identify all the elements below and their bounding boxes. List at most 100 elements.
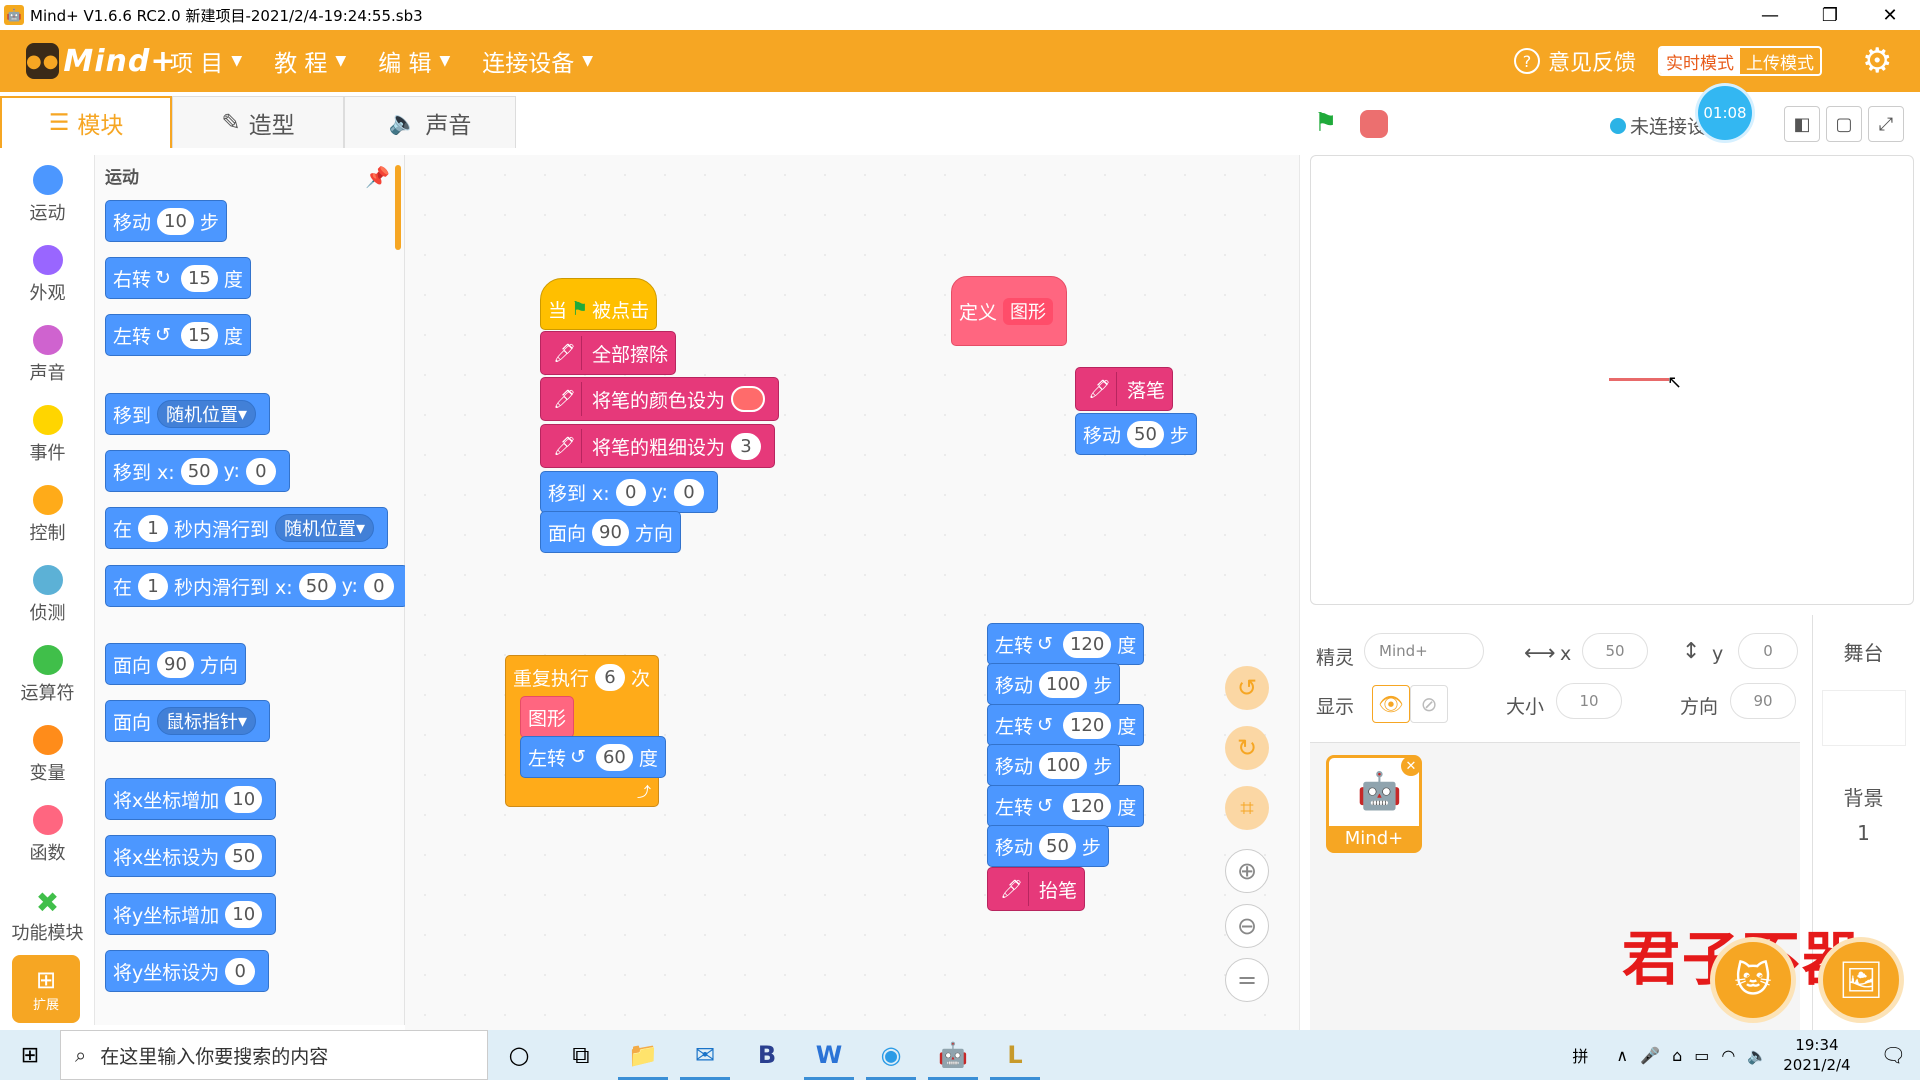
- restore-button[interactable]: ❐: [1800, 0, 1860, 30]
- eye-icon[interactable]: 👁: [1372, 685, 1410, 723]
- battery-icon[interactable]: ▭: [1694, 1046, 1709, 1065]
- block-pen-down[interactable]: 🖊 落笔: [1075, 367, 1174, 411]
- block-point-direction[interactable]: 面向 90 方向: [540, 511, 681, 553]
- category-function-module[interactable]: ✖ 功能模块: [0, 875, 95, 955]
- block-turn-left[interactable]: 左转 ↺ 120 度: [987, 785, 1145, 827]
- green-flag-icon[interactable]: ⚑: [1314, 108, 1337, 138]
- extension-button[interactable]: ⊞ 扩展: [12, 955, 80, 1023]
- value-input[interactable]: 0: [225, 957, 256, 985]
- chevron-up-icon[interactable]: ∧: [1616, 1046, 1628, 1065]
- eye-off-icon[interactable]: ⊘: [1410, 685, 1448, 723]
- block-move-steps[interactable]: 移动 100 步: [987, 663, 1121, 705]
- volume-icon[interactable]: 🔈: [1747, 1046, 1767, 1065]
- block-set-x[interactable]: 将x坐标设为 50: [105, 835, 277, 877]
- sprite-card[interactable]: 🤖 ✕ Mind+: [1326, 755, 1422, 853]
- add-sprite-button[interactable]: 🐱: [1710, 937, 1796, 1023]
- y-input[interactable]: 0: [673, 478, 704, 506]
- steps-input[interactable]: 50: [1127, 420, 1164, 448]
- block-glide[interactable]: 在 1 秒内滑行到 随机位置 ▾: [105, 507, 389, 549]
- block-when-flag-clicked[interactable]: 当 ⚑ 被点击: [540, 278, 658, 330]
- category-sensing[interactable]: 侦测: [0, 555, 95, 635]
- direction-input[interactable]: 90: [592, 518, 629, 546]
- menu-edit[interactable]: 编 辑 ▼: [378, 44, 450, 78]
- feedback-button[interactable]: ? 意见反馈: [1513, 45, 1636, 77]
- category-motion[interactable]: 运动: [0, 155, 95, 235]
- notification-icon[interactable]: 🗨: [1881, 1043, 1906, 1067]
- degrees-input[interactable]: 120: [1062, 630, 1112, 658]
- wps-icon[interactable]: W: [798, 1030, 860, 1080]
- browser-icon[interactable]: ◉: [860, 1030, 922, 1080]
- block-turn-left[interactable]: 左转 ↺ 120 度: [987, 704, 1145, 746]
- value-input[interactable]: 10: [225, 900, 263, 928]
- block-define-function[interactable]: 定义 图形: [951, 276, 1068, 346]
- steps-input[interactable]: 50: [1039, 832, 1076, 860]
- category-operators[interactable]: 运算符: [0, 635, 95, 715]
- block-turn-left[interactable]: 左转 ↺ 60 度: [520, 736, 666, 778]
- microphone-icon[interactable]: 🎤: [1640, 1046, 1660, 1065]
- block-move-steps[interactable]: 移动 50 步: [987, 825, 1109, 867]
- tab-costumes[interactable]: ✎ 造型: [172, 96, 344, 148]
- pin-icon[interactable]: 📌: [365, 165, 390, 189]
- degrees-input[interactable]: 60: [595, 743, 633, 771]
- block-call-function[interactable]: 图形: [520, 696, 575, 738]
- gear-icon[interactable]: ⚙: [1862, 44, 1896, 78]
- repeat-count-input[interactable]: 6: [595, 664, 626, 691]
- x-input[interactable]: 50: [1582, 633, 1648, 669]
- wifi-icon[interactable]: ◠: [1721, 1046, 1735, 1065]
- y-input[interactable]: 0: [363, 572, 394, 600]
- block-pen-up[interactable]: 🖊 抬笔: [987, 867, 1086, 911]
- block-set-pen-color[interactable]: 🖊 将笔的颜色设为: [540, 377, 780, 421]
- add-backdrop-button[interactable]: 🖼: [1818, 937, 1904, 1023]
- taskbar-search[interactable]: ⌕ 在这里输入你要搜索的内容: [60, 1030, 488, 1080]
- stage-thumbnail[interactable]: [1821, 690, 1906, 746]
- category-sound[interactable]: 声音: [0, 315, 95, 395]
- block-move-steps[interactable]: 移动 50 步: [1075, 413, 1197, 455]
- undo-icon[interactable]: ↺: [1225, 666, 1269, 710]
- value-input[interactable]: 50: [225, 842, 263, 870]
- degrees-input[interactable]: 120: [1062, 711, 1112, 739]
- block-point-direction[interactable]: 面向 90 方向: [105, 643, 246, 685]
- block-set-pen-size[interactable]: 🖊 将笔的粗细设为 3: [540, 424, 776, 468]
- size-input[interactable]: 3: [731, 432, 762, 460]
- minimize-button[interactable]: —: [1740, 0, 1800, 30]
- block-goto[interactable]: 移到 随机位置 ▾: [105, 393, 271, 435]
- function-name[interactable]: 图形: [1003, 297, 1054, 325]
- zoom-reset-icon[interactable]: =: [1225, 958, 1269, 1002]
- direction-input[interactable]: 90: [157, 650, 194, 678]
- towards-dropdown[interactable]: 鼠标指针 ▾: [157, 707, 257, 735]
- color-picker[interactable]: [731, 386, 766, 412]
- seconds-input[interactable]: 1: [138, 514, 169, 542]
- block-point-towards[interactable]: 面向 鼠标指针 ▾: [105, 700, 271, 742]
- menu-tutorial[interactable]: 教 程 ▼: [274, 44, 346, 78]
- tab-sounds[interactable]: 🔈 声音: [344, 96, 516, 148]
- steps-input[interactable]: 10: [157, 207, 194, 235]
- palette-scrollbar[interactable]: [395, 165, 401, 250]
- block-turn-left[interactable]: 左转 ↺ 15 度: [105, 314, 251, 356]
- fullscreen-icon[interactable]: ⤢: [1868, 106, 1904, 142]
- category-control[interactable]: 控制: [0, 475, 95, 555]
- block-goto-xy[interactable]: 移到 x: 0 y: 0: [540, 471, 718, 513]
- block-move-steps[interactable]: 移动 100 步: [987, 744, 1121, 786]
- direction-input[interactable]: 90: [1730, 683, 1796, 719]
- mindplus-app-icon[interactable]: 🤖: [922, 1030, 984, 1080]
- upload-mode-button[interactable]: 上传模式: [1740, 48, 1820, 74]
- mail-icon[interactable]: ✉: [674, 1030, 736, 1080]
- game-app-icon[interactable]: L: [984, 1030, 1046, 1080]
- category-events[interactable]: 事件: [0, 395, 95, 475]
- cortana-icon[interactable]: ○: [488, 1030, 550, 1080]
- block-glide-xy[interactable]: 在 1 秒内滑行到 x: 50 y: 0: [105, 565, 408, 607]
- stop-icon[interactable]: [1360, 110, 1388, 138]
- bilibili-app-icon[interactable]: B: [736, 1030, 798, 1080]
- seconds-input[interactable]: 1: [138, 572, 169, 600]
- goto-dropdown[interactable]: 随机位置 ▾: [157, 400, 257, 428]
- degrees-input[interactable]: 120: [1062, 792, 1112, 820]
- tab-blocks[interactable]: ☰ 模块: [0, 96, 172, 148]
- y-input[interactable]: 0: [245, 457, 276, 485]
- x-input[interactable]: 50: [298, 572, 336, 600]
- block-set-y[interactable]: 将y坐标设为 0: [105, 950, 270, 992]
- block-pen-clear[interactable]: 🖊 全部擦除: [540, 331, 677, 375]
- size-input[interactable]: 10: [1556, 683, 1622, 719]
- y-input[interactable]: 0: [1738, 633, 1798, 669]
- steps-input[interactable]: 100: [1039, 751, 1088, 779]
- x-input[interactable]: 0: [615, 478, 646, 506]
